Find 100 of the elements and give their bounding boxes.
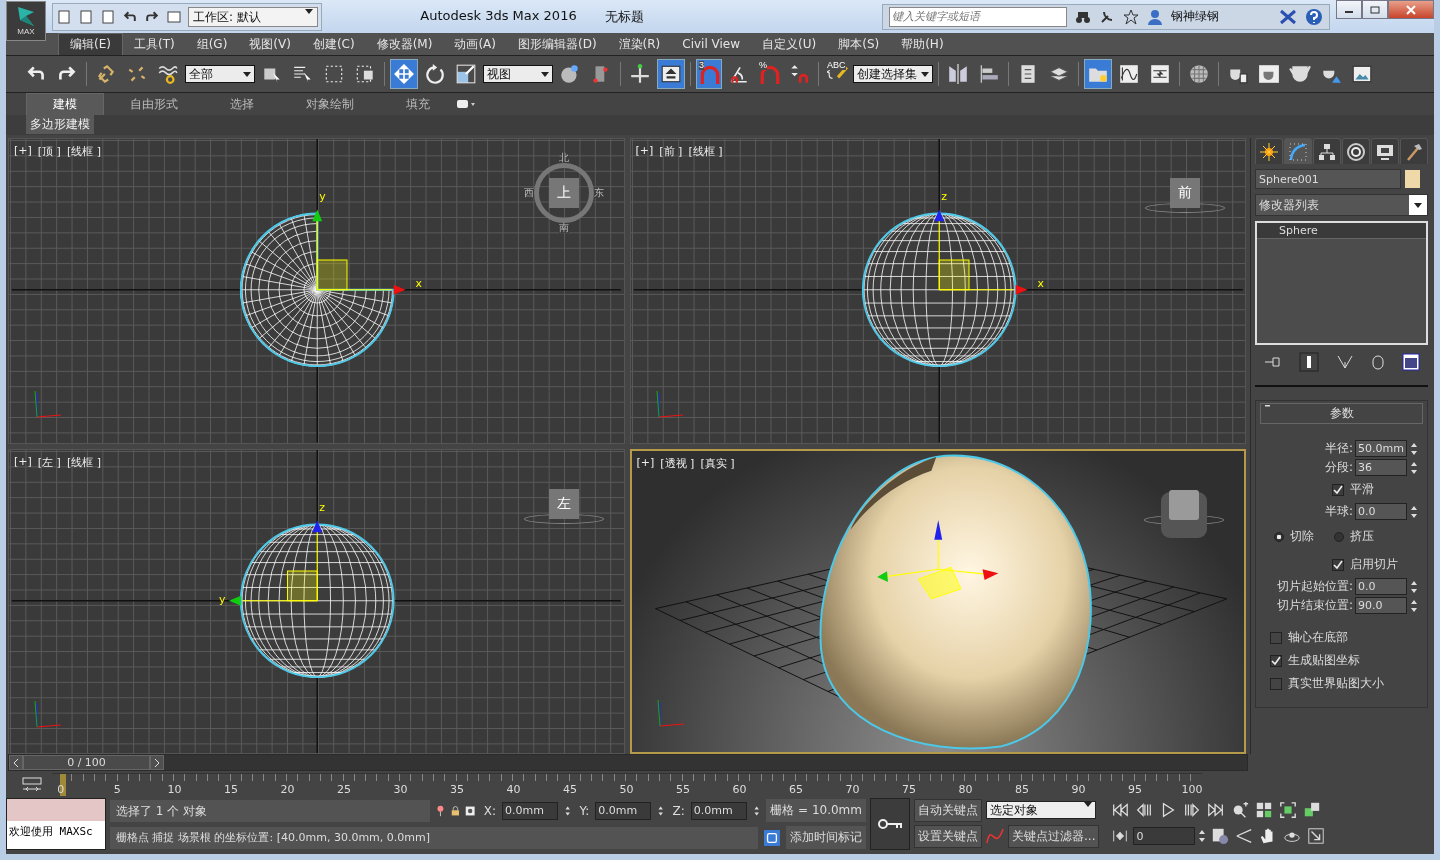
viewport-label[interactable]: [+]: [14, 454, 32, 470]
new-file-icon[interactable]: [56, 8, 72, 25]
viewport[interactable]: [+] [透视 ] [真实 ]: [629, 448, 1246, 754]
menu-item[interactable]: 编辑(E): [58, 32, 123, 56]
fork-icon[interactable]: [1335, 354, 1354, 370]
project-folder-icon[interactable]: [166, 8, 182, 25]
minimize-button[interactable]: [1336, 0, 1362, 19]
up-arrow-box-button[interactable]: [657, 59, 685, 89]
menu-item[interactable]: Civil View: [671, 35, 752, 53]
ribbon-tab[interactable]: 选择: [204, 93, 280, 115]
spinner-field[interactable]: 36: [1355, 459, 1407, 476]
menu-item[interactable]: 图形编辑器(D): [506, 33, 608, 55]
hammer-tab[interactable]: [1400, 138, 1428, 164]
maximize-button[interactable]: [1362, 0, 1388, 19]
menu-item[interactable]: 创建(C): [301, 33, 366, 55]
coordinate-field[interactable]: 0.0mm: [502, 801, 558, 820]
checkbox[interactable]: [1270, 654, 1282, 667]
add-time-tag-button[interactable]: 添加时间标记: [786, 826, 866, 849]
object-name-field[interactable]: Sphere001: [1255, 169, 1401, 189]
configure-icon[interactable]: [1401, 353, 1420, 371]
menu-item[interactable]: 视图(V): [238, 33, 302, 55]
key-target-dropdown[interactable]: 选定对象: [986, 801, 1096, 819]
magnet-button[interactable]: %: [756, 59, 782, 89]
sun-tab[interactable]: [1255, 138, 1283, 164]
transform-gizmo[interactable]: [933, 209, 1027, 295]
maxscript-listener-field[interactable]: [7, 799, 105, 821]
ribbon-tab[interactable]: 填充: [380, 93, 456, 115]
radio-button[interactable]: [1334, 531, 1344, 542]
viewport-label[interactable]: [透视 ]: [660, 455, 695, 471]
pin-icon[interactable]: [1263, 355, 1282, 369]
monitor-tab[interactable]: [1371, 138, 1399, 164]
spinner-field[interactable]: 0.0: [1355, 578, 1407, 595]
viewport-label[interactable]: [前 ]: [659, 144, 683, 159]
rings-tab[interactable]: [1342, 138, 1370, 164]
rollout-header[interactable]: 参数: [1260, 403, 1423, 424]
ribbon-tab[interactable]: 建模: [26, 93, 104, 115]
auto-key-button[interactable]: 自动关键点: [914, 798, 982, 822]
toolbar-dropdown[interactable]: 创建选择集: [853, 65, 933, 83]
maxscript-mini-listener[interactable]: 欢迎使用 MAXSc: [7, 821, 105, 849]
menu-item[interactable]: 修改器(M): [365, 33, 444, 55]
ribbon-tab[interactable]: 自由形式: [104, 93, 204, 115]
menu-item[interactable]: 自定义(U): [751, 33, 828, 55]
viewport[interactable]: y x [+] [顶 ] [线框 ] 北 西 上 东 南: [8, 138, 625, 444]
search-field[interactable]: 键入关键字或短语: [889, 6, 1067, 27]
viewport-label[interactable]: [+]: [14, 144, 32, 159]
ribbon-tab[interactable]: 对象绘制: [280, 93, 380, 115]
star-icon[interactable]: [1123, 8, 1139, 25]
bar-icon[interactable]: [1298, 352, 1319, 372]
menu-item[interactable]: 渲染(R): [607, 33, 672, 55]
mini-curve-editor-icon[interactable]: [22, 777, 42, 793]
toolbar-dropdown[interactable]: 全部: [185, 65, 255, 83]
magnet-button[interactable]: 3: [696, 59, 722, 89]
coordinate-field[interactable]: 0.0mm: [595, 801, 652, 820]
viewport-label[interactable]: [+]: [635, 144, 654, 159]
coordinate-field[interactable]: 0.0mm: [690, 801, 747, 820]
toolbar-dropdown[interactable]: 视图: [483, 65, 553, 83]
move-arrows-button[interactable]: [390, 59, 418, 89]
workspace-dropdown[interactable]: 工作区: 默认: [188, 6, 318, 27]
open-folder-icon[interactable]: [78, 8, 94, 25]
viewport-label[interactable]: [顶 ]: [37, 144, 61, 159]
checkbox-option[interactable]: 真实世界贴图大小: [1270, 672, 1423, 695]
time-slider[interactable]: 0 / 100: [9, 755, 164, 770]
viewport[interactable]: z y [+] [左 ] [线框 ] 左: [8, 448, 625, 754]
checkbox[interactable]: [1270, 631, 1282, 644]
object-color-swatch[interactable]: [1405, 170, 1420, 188]
set-key-button[interactable]: 设置关键点: [914, 824, 982, 848]
menu-item[interactable]: 动画(A): [443, 33, 507, 55]
app-menu-button[interactable]: MAX: [6, 0, 46, 41]
menu-item[interactable]: 组(G): [185, 33, 239, 55]
key-filters-button[interactable]: 关键点过滤器...: [1008, 824, 1100, 848]
previous-frame-button[interactable]: [9, 755, 23, 770]
viewport[interactable]: z x [+] [前 ] [线框 ] 前: [629, 138, 1246, 444]
help-icon[interactable]: [1305, 7, 1323, 26]
viewcube[interactable]: 前: [1145, 153, 1225, 233]
checkbox-option[interactable]: 平滑: [1260, 478, 1423, 501]
menu-item[interactable]: 帮助(H): [890, 33, 955, 55]
time-tag-icon[interactable]: [764, 828, 780, 847]
viewport-label[interactable]: [真实 ]: [700, 455, 735, 471]
sphere-wireframe-drawing[interactable]: [239, 212, 395, 368]
modifier-stack-item[interactable]: Sphere: [1257, 223, 1426, 239]
ribbon-panel-tab[interactable]: 多边形建模: [26, 115, 94, 134]
spinner-field[interactable]: 0.0: [1355, 503, 1407, 520]
braces-pencil-button[interactable]: ABC: [824, 59, 850, 89]
next-frame-button[interactable]: [150, 755, 164, 770]
checkbox-option[interactable]: 轴心在底部: [1270, 626, 1423, 649]
current-frame-field[interactable]: 0: [1133, 827, 1196, 845]
checkbox[interactable]: [1332, 483, 1344, 496]
checkbox[interactable]: [1332, 558, 1344, 571]
close-button[interactable]: [1388, 0, 1434, 19]
checkbox[interactable]: [1270, 677, 1282, 690]
spinner-field[interactable]: 50.0mm: [1355, 440, 1407, 457]
radio-option[interactable]: 切除: [1274, 528, 1314, 545]
viewport-label[interactable]: [线框 ]: [66, 144, 101, 159]
menu-item[interactable]: 工具(T): [122, 33, 186, 55]
sphere-wireframe-drawing[interactable]: [239, 522, 395, 678]
user-name[interactable]: 钢神绿钢: [1171, 8, 1271, 25]
checkbox-option[interactable]: 启用切片: [1260, 553, 1423, 576]
viewport-label[interactable]: [线框 ]: [688, 144, 723, 159]
checkbox-option[interactable]: 生成贴图坐标: [1270, 649, 1423, 672]
sphere-wireframe-drawing[interactable]: [861, 212, 1017, 368]
